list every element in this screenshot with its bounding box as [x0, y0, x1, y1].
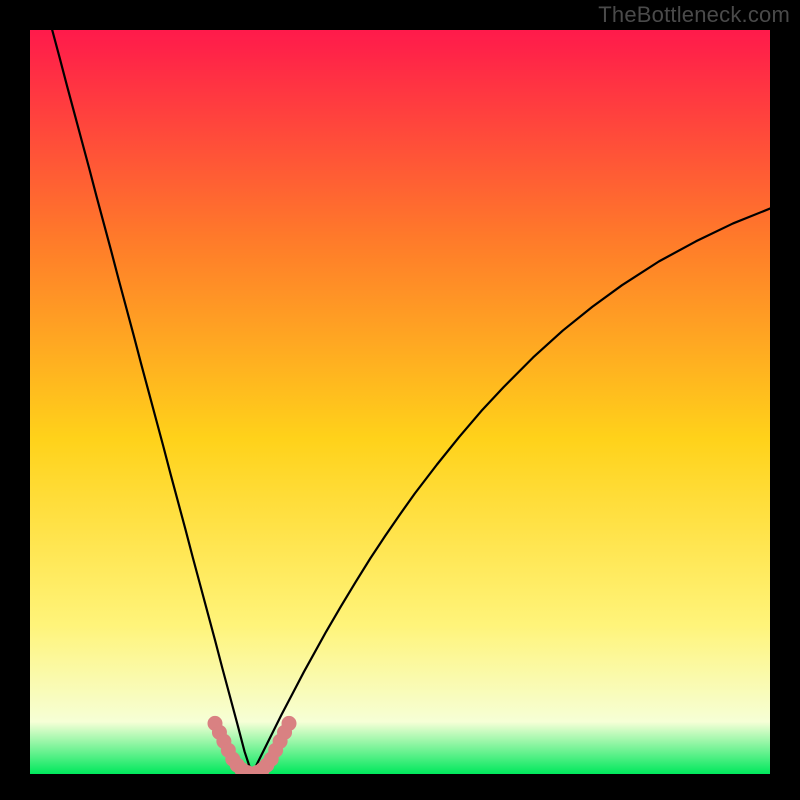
chart-frame: TheBottleneck.com	[0, 0, 800, 800]
watermark-text: TheBottleneck.com	[598, 2, 790, 28]
plot-svg	[30, 30, 770, 774]
gradient-background	[30, 30, 770, 774]
marker-dot	[282, 716, 296, 730]
plot-area	[30, 30, 770, 774]
